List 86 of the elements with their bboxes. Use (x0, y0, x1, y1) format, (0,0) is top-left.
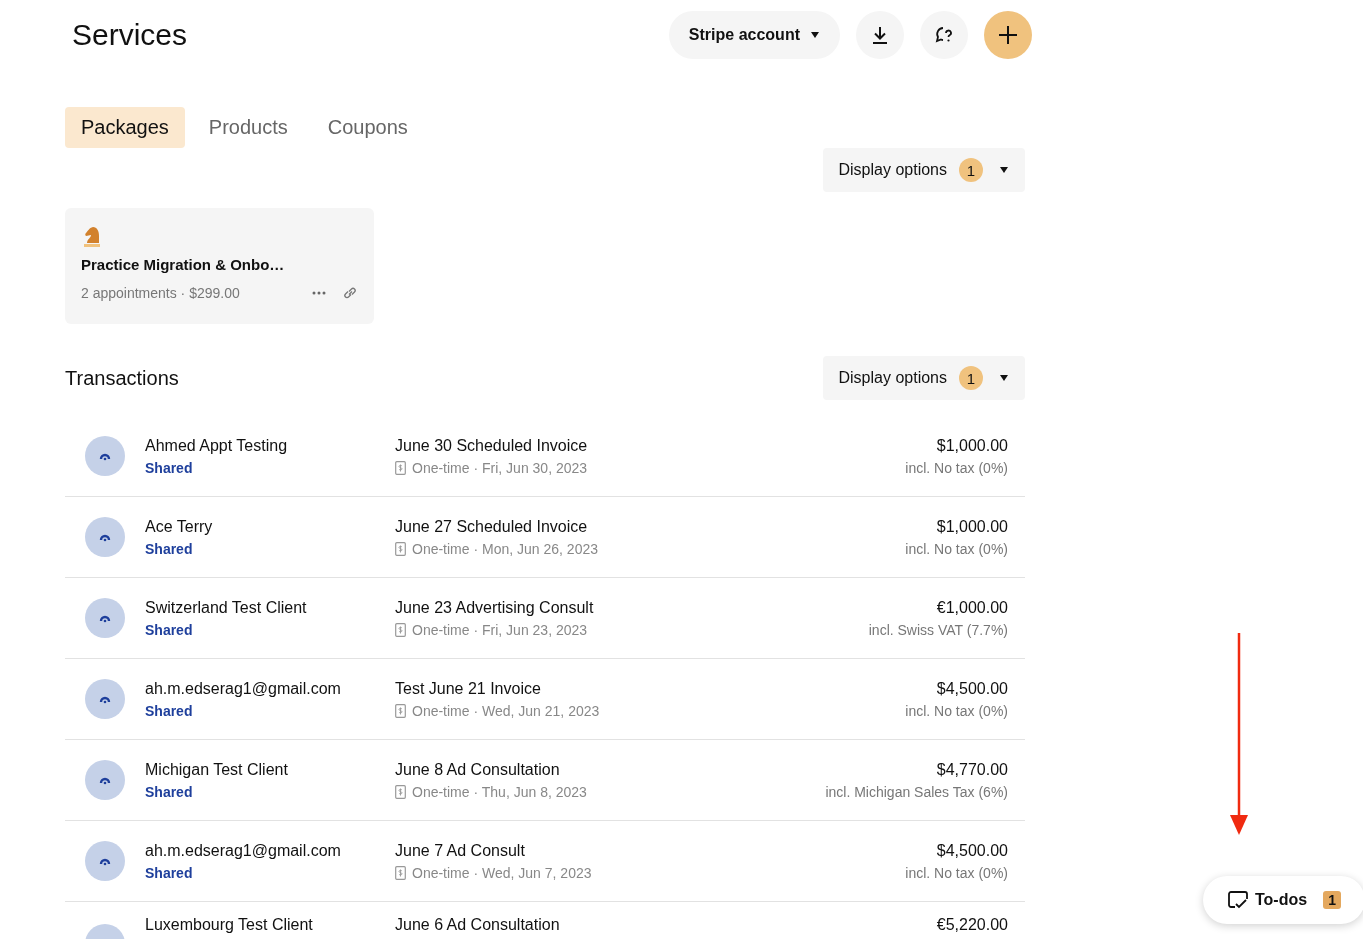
display-options-button[interactable]: Display options 1 (822, 356, 1025, 400)
caret-icon (999, 374, 1009, 382)
caret-icon (810, 31, 820, 39)
tax-note: incl. No tax (0%) (905, 540, 1008, 557)
invoice-icon (395, 703, 406, 718)
help-chat-icon (934, 25, 954, 45)
invoice-icon (395, 865, 406, 880)
invoice-icon (395, 784, 406, 799)
invoice-meta: One-time · Wed, Jun 7, 2023 (412, 864, 592, 881)
client-name: ah.m.edserag1@gmail.com (145, 679, 342, 698)
package-title: Practice Migration & Onbo… (81, 256, 286, 273)
invoice-title: June 30 Scheduled Invoice (395, 436, 589, 455)
avatar-icon (85, 760, 125, 800)
status-label: Shared (145, 540, 194, 557)
transaction-row[interactable]: ah.m.edserag1@gmail.com Shared June 7 Ad Consult One-time · Wed, Jun 7, 2023 $4,500.00 incl. No tax (0%) (65, 821, 1025, 902)
client-name: Ace Terry (145, 517, 214, 536)
avatar-icon (85, 679, 125, 719)
amount: $1,000.00 (936, 517, 1008, 536)
transaction-row[interactable]: ah.m.edserag1@gmail.com Shared Test June 21 Invoice One-time · Wed, Jun 21, 2023 $4,500.00 incl. No tax (0%) (65, 659, 1025, 740)
link-icon[interactable] (342, 285, 358, 301)
package-meta: 2 appointments · $299.00 (81, 285, 241, 301)
account-dropdown[interactable]: Stripe account (668, 11, 840, 59)
invoice-meta: One-time · Fri, Jun 30, 2023 (412, 459, 588, 476)
count-badge: 1 (959, 366, 983, 390)
invoice-meta: One-time · Wed, Jun 21, 2023 (412, 702, 600, 719)
caret-icon (999, 166, 1009, 174)
client-name: Michigan Test Client (145, 760, 289, 779)
invoice-title: June 6 Ad Consultation (395, 916, 561, 934)
tab[interactable]: Products (192, 107, 304, 148)
status-label: Shared (145, 621, 194, 638)
avatar-icon (85, 436, 125, 476)
status-label: Shared (145, 702, 194, 719)
invoice-title: June 8 Ad Consultation (395, 760, 561, 779)
invoice-meta: One-time · Thu, Jun 8, 2023 (412, 783, 587, 800)
plus-icon (997, 24, 1019, 46)
tax-note: incl. No tax (0%) (905, 864, 1008, 881)
amount: €1,000.00 (936, 598, 1008, 617)
checked-chat-icon (1227, 889, 1249, 911)
tab[interactable]: Packages (65, 107, 185, 148)
transaction-row[interactable]: Michigan Test Client Shared June 8 Ad Consultation One-time · Thu, Jun 8, 2023 $4,770.00 incl. Michigan Sales Tax (6%) (65, 740, 1025, 821)
tax-note: incl. No tax (0%) (905, 702, 1008, 719)
client-name: ah.m.edserag1@gmail.com (145, 841, 342, 860)
more-icon[interactable] (312, 291, 326, 295)
invoice-icon (395, 622, 406, 637)
todos-button[interactable]: To-dos 1 (1203, 876, 1363, 924)
status-label: Shared (145, 864, 194, 881)
download-button[interactable] (856, 11, 904, 59)
page-title: Services (72, 18, 188, 52)
transaction-row[interactable]: Switzerland Test Client Shared June 23 Advertising Consult One-time · Fri, Jun 23, 2023 €1,000.00 incl. Swiss VAT (7.7%) (65, 578, 1025, 659)
client-name: Ahmed Appt Testing (145, 436, 289, 455)
download-icon (870, 25, 890, 45)
transaction-row[interactable]: Luxembourg Test Client June 6 Ad Consultation €5,220.00 (65, 902, 1025, 939)
package-card[interactable]: Practice Migration & Onbo… 2 appointments · $299.00 (65, 208, 374, 324)
invoice-title: June 27 Scheduled Invoice (395, 517, 589, 536)
avatar-icon (85, 841, 125, 881)
avatar-icon (85, 598, 125, 638)
invoice-meta: One-time · Fri, Jun 23, 2023 (412, 621, 588, 638)
add-button[interactable] (984, 11, 1032, 59)
client-name: Luxembourg Test Client (145, 916, 314, 934)
invoice-title: Test June 21 Invoice (395, 679, 542, 698)
amount: €5,220.00 (936, 916, 1008, 934)
chess-knight-icon (81, 224, 103, 248)
amount: $4,500.00 (936, 679, 1008, 698)
invoice-meta: One-time · Mon, Jun 26, 2023 (412, 540, 598, 557)
count-badge: 1 (1323, 891, 1341, 909)
invoice-icon (395, 460, 406, 475)
invoice-icon (395, 541, 406, 556)
tax-note: incl. Michigan Sales Tax (6%) (825, 783, 1008, 800)
amount: $1,000.00 (936, 436, 1008, 455)
count-badge: 1 (959, 158, 983, 182)
tab[interactable]: Coupons (311, 107, 424, 148)
help-button[interactable] (920, 11, 968, 59)
transaction-row[interactable]: Ace Terry Shared June 27 Scheduled Invoice One-time · Mon, Jun 26, 2023 $1,000.00 incl. No tax (0%) (65, 497, 1025, 578)
tax-note: incl. No tax (0%) (905, 459, 1008, 476)
display-options-button[interactable]: Display options 1 (822, 148, 1025, 192)
status-label: Shared (145, 459, 194, 476)
tax-note: incl. Swiss VAT (7.7%) (868, 621, 1008, 638)
invoice-title: June 7 Ad Consult (395, 841, 526, 860)
avatar-icon (85, 517, 125, 557)
transaction-row[interactable]: Ahmed Appt Testing Shared June 30 Scheduled Invoice One-time · Fri, Jun 30, 2023 $1,000.00 incl. No tax (0%) (65, 416, 1025, 497)
section-title: Transactions (65, 366, 179, 390)
amount: $4,500.00 (936, 841, 1008, 860)
client-name: Switzerland Test Client (145, 598, 308, 617)
amount: $4,770.00 (936, 760, 1008, 779)
status-label: Shared (145, 783, 194, 800)
invoice-title: June 23 Advertising Consult (395, 598, 595, 617)
